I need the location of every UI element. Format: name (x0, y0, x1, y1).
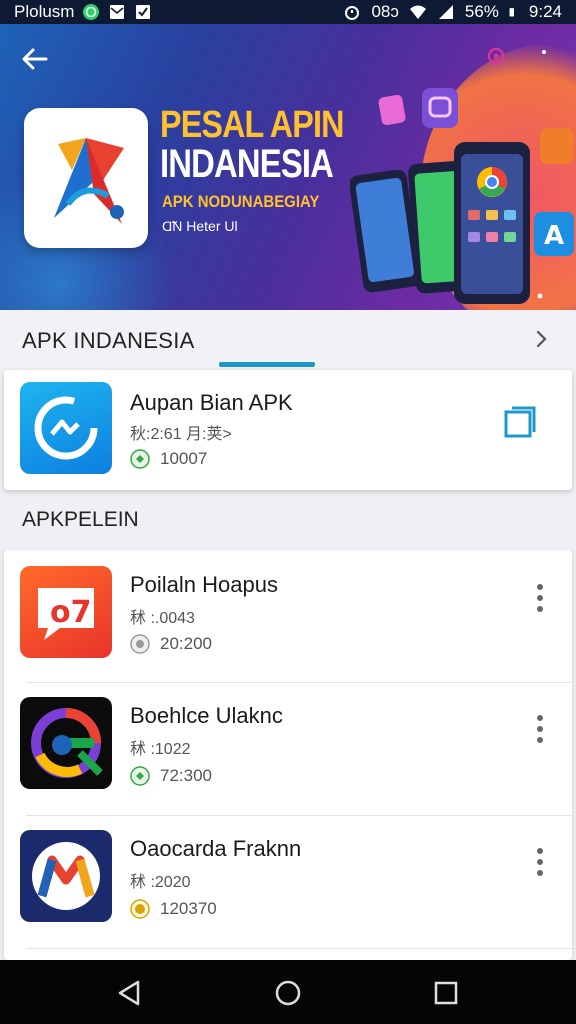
mail-icon (110, 5, 125, 19)
apk-swirl-icon (34, 396, 98, 460)
nav-recents-icon[interactable] (431, 978, 461, 1008)
tab-indicator (219, 362, 315, 367)
status-bar: Plolusm 08ↄ 56% 9:24 (0, 0, 576, 24)
app-name[interactable]: Boehlce Ulaknc (130, 703, 283, 729)
download-count-icon (130, 899, 150, 919)
app-count: 20:200 (160, 634, 212, 653)
app-meta: 秫 :.0043 (130, 610, 195, 627)
svg-text:A: A (544, 221, 564, 251)
hero-banner: PESAL APIN INDANESIA APK NODUNABEGIAY Ɑ̃… (0, 24, 576, 310)
banner-title-line1: PESAL APIN (160, 104, 344, 146)
app-list: o7 Poilaln Hoapus 秫 :.0043 20:200 Boehlc… (4, 550, 572, 960)
svg-text:o7: o7 (50, 595, 91, 630)
banner-subtitle: APK NODUNABEGIAY (162, 192, 320, 211)
app-icon-oaocarda (20, 830, 112, 922)
section-title: APK INDANESIA (22, 328, 195, 353)
nav-back-icon[interactable] (114, 978, 144, 1008)
battery-icon (509, 8, 514, 17)
open-external-icon[interactable] (502, 404, 538, 440)
clock-label: 9:24 (528, 2, 562, 21)
app-name[interactable]: Poilaln Hoapus (130, 572, 278, 598)
app-meta: 秫 :2020 (130, 874, 191, 891)
chevron-right-icon[interactable] (530, 328, 552, 350)
nav-home-icon[interactable] (273, 978, 303, 1008)
app-count: 72:300 (160, 766, 212, 785)
battery-label: 56% (464, 2, 499, 21)
alarm-icon (345, 6, 360, 20)
featured-app-meta: 秋:2:61 月:荚> (130, 426, 232, 443)
app-meta: 秫 :1022 (130, 741, 191, 758)
m-logo-icon (32, 842, 100, 910)
download-count-icon (130, 634, 150, 654)
back-arrow-icon[interactable] (18, 44, 52, 74)
featured-app-card[interactable]: Aupan Bian APK 秋:2:61 月:荚> 10007 (4, 370, 572, 490)
more-vert-icon[interactable] (536, 48, 552, 72)
app-icon-poilaln: o7 (20, 566, 112, 658)
more-vert-icon[interactable] (532, 713, 548, 745)
network-label: 08ↄ (371, 2, 399, 21)
banner-title-line2: INDANESIA (160, 142, 334, 186)
download-count-icon (130, 449, 150, 469)
whatsapp-icon (83, 4, 100, 20)
featured-app-icon (20, 382, 112, 474)
chat-bubble-icon: o7 (38, 588, 94, 640)
section-header-apk-indanesia[interactable]: APK INDANESIA (0, 310, 576, 368)
section-title-apkpelein: APKPELEIN (22, 508, 139, 531)
featured-app-name[interactable]: Aupan Bian APK (130, 390, 293, 416)
row-divider (26, 948, 572, 949)
apk-logo-icon (54, 138, 124, 224)
banner-app-logo (24, 108, 148, 248)
wifi-icon (409, 5, 426, 19)
phones-illustration: A (350, 88, 574, 304)
list-item[interactable]: o7 Poilaln Hoapus 秫 :.0043 20:200 (4, 550, 572, 683)
list-item[interactable]: Oaocarda Fraknn 秫 :2020 120370 (4, 816, 572, 949)
app-count: 120370 (160, 899, 217, 918)
banner-version: Ɑ̃N Heter Ul (162, 218, 238, 234)
more-vert-icon[interactable] (532, 582, 548, 614)
system-nav-bar (0, 960, 576, 1024)
download-count-icon (130, 766, 150, 786)
featured-app-count: 10007 (160, 449, 208, 468)
check-notification-icon (136, 5, 151, 19)
more-vert-icon[interactable] (532, 846, 548, 878)
app-name[interactable]: Oaocarda Fraknn (130, 836, 301, 862)
settings-icon[interactable] (484, 44, 508, 68)
signal-icon (438, 5, 453, 19)
list-item[interactable]: Boehlce Ulaknc 秫 :1022 72:300 (4, 683, 572, 816)
app-icon-boehlce (20, 697, 112, 789)
carrier-label: Plolusm (14, 2, 75, 21)
colorful-g-icon (31, 708, 103, 778)
